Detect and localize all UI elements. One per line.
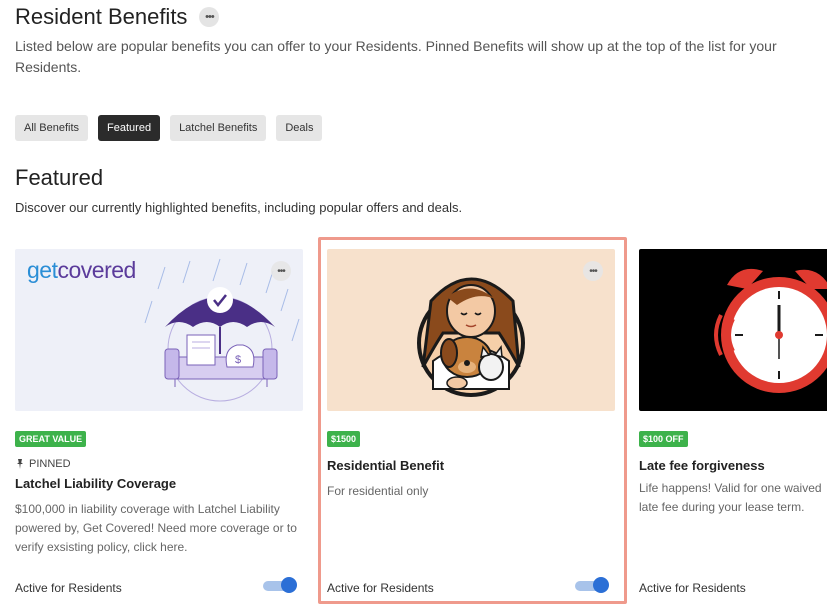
value-badge: $1500 — [327, 431, 361, 447]
toggle-knob — [281, 577, 297, 593]
card-image-getcovered: getcovered $ ••• — [15, 249, 303, 411]
svg-text:$: $ — [235, 354, 241, 366]
active-label: Active for Residents — [639, 581, 746, 595]
pinned-label: PINNED — [29, 458, 71, 470]
page-header: Resident Benefits ••• — [15, 4, 220, 30]
card-description: $100,000 in liability coverage with Latc… — [15, 502, 297, 554]
card-image-pet: ••• — [327, 249, 615, 411]
pinned-indicator: PINNED — [15, 458, 71, 470]
alarm-clock-illustration — [714, 268, 827, 393]
woman-with-pets-illustration — [417, 277, 525, 397]
benefit-card-late-fee[interactable]: $100 OFF Late fee forgiveness Life happe… — [639, 249, 827, 595]
value-badge: $100 OFF — [639, 431, 688, 447]
active-toggle[interactable] — [263, 577, 297, 593]
card-image-alarm-clock — [639, 249, 827, 411]
tab-deals[interactable]: Deals — [276, 115, 323, 141]
section-title: Featured — [15, 165, 104, 190]
card-more-icon[interactable]: ••• — [583, 261, 603, 281]
tab-featured[interactable]: Featured — [98, 115, 161, 141]
active-label: Active for Residents — [15, 581, 122, 595]
card-description: For residential only — [327, 484, 429, 498]
benefit-card-residential[interactable]: ••• $1500 Residential Benefit For reside… — [327, 249, 615, 595]
card-title: Residential Benefit — [327, 458, 445, 473]
more-horizontal-icon[interactable]: ••• — [199, 7, 220, 27]
card-description: Life happens! Valid for one waived late … — [639, 481, 822, 514]
page-description: Listed below are popular benefits you ca… — [15, 38, 777, 75]
page-title: Resident Benefits — [15, 4, 188, 29]
filter-tabs: All Benefits Featured Latchel Benefits D… — [15, 115, 323, 141]
toggle-knob — [593, 577, 609, 593]
pin-icon — [17, 459, 23, 469]
value-badge: GREAT VALUE — [15, 431, 87, 447]
umbrella-illustration: $ — [144, 258, 300, 402]
active-label: Active for Residents — [327, 581, 434, 595]
tab-latchel-benefits[interactable]: Latchel Benefits — [170, 115, 267, 141]
benefit-card-liability[interactable]: getcovered $ ••• GREAT VALUE PINNED Latc… — [15, 249, 303, 595]
card-title: Latchel Liability Coverage — [15, 476, 177, 491]
card-title: Late fee forgiveness — [639, 458, 765, 473]
active-toggle[interactable] — [575, 577, 609, 593]
tab-all-benefits[interactable]: All Benefits — [15, 115, 89, 141]
section-description: Discover our currently highlighted benef… — [15, 200, 463, 215]
card-more-icon[interactable]: ••• — [271, 261, 291, 281]
